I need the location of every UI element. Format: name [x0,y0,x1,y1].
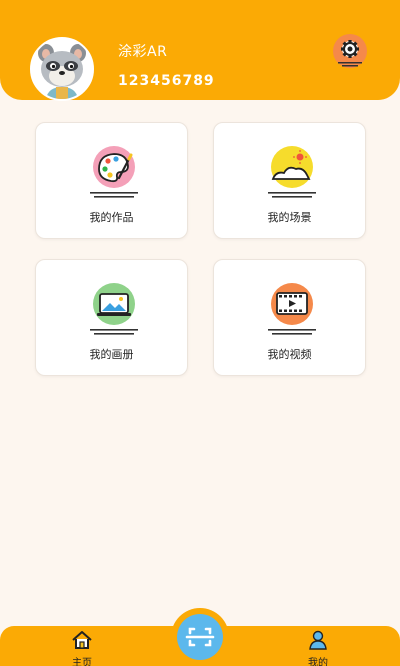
settings-button[interactable] [328,34,372,70]
my-works-card[interactable]: 我的作品 [35,122,188,239]
my-videos-card[interactable]: 我的视频 [213,259,366,376]
card-label: 我的作品 [89,211,134,224]
card-label: 我的视频 [267,348,312,361]
nav-mine[interactable]: 我的 [288,630,348,666]
video-icon [259,282,325,336]
card-label: 我的画册 [89,348,134,361]
user-icon [309,630,327,650]
raccoon-avatar-icon [32,39,92,99]
avatar[interactable] [30,37,94,101]
palette-icon [81,145,147,199]
landscape-icon [259,145,325,199]
my-album-card[interactable]: 我的画册 [35,259,188,376]
home-icon [72,631,92,649]
gear-icon [333,34,367,68]
username: 涂彩AR [118,44,168,60]
nav-home[interactable]: 主页 [52,630,112,666]
my-scenes-card[interactable]: 我的场景 [213,122,366,239]
nav-home-label: 主页 [72,658,92,666]
user-id: 123456789 [118,73,215,89]
nav-mine-label: 我的 [308,658,328,666]
album-icon [81,282,147,336]
card-label: 我的场景 [267,211,312,224]
scan-icon [171,608,229,666]
scan-button[interactable] [170,608,230,666]
